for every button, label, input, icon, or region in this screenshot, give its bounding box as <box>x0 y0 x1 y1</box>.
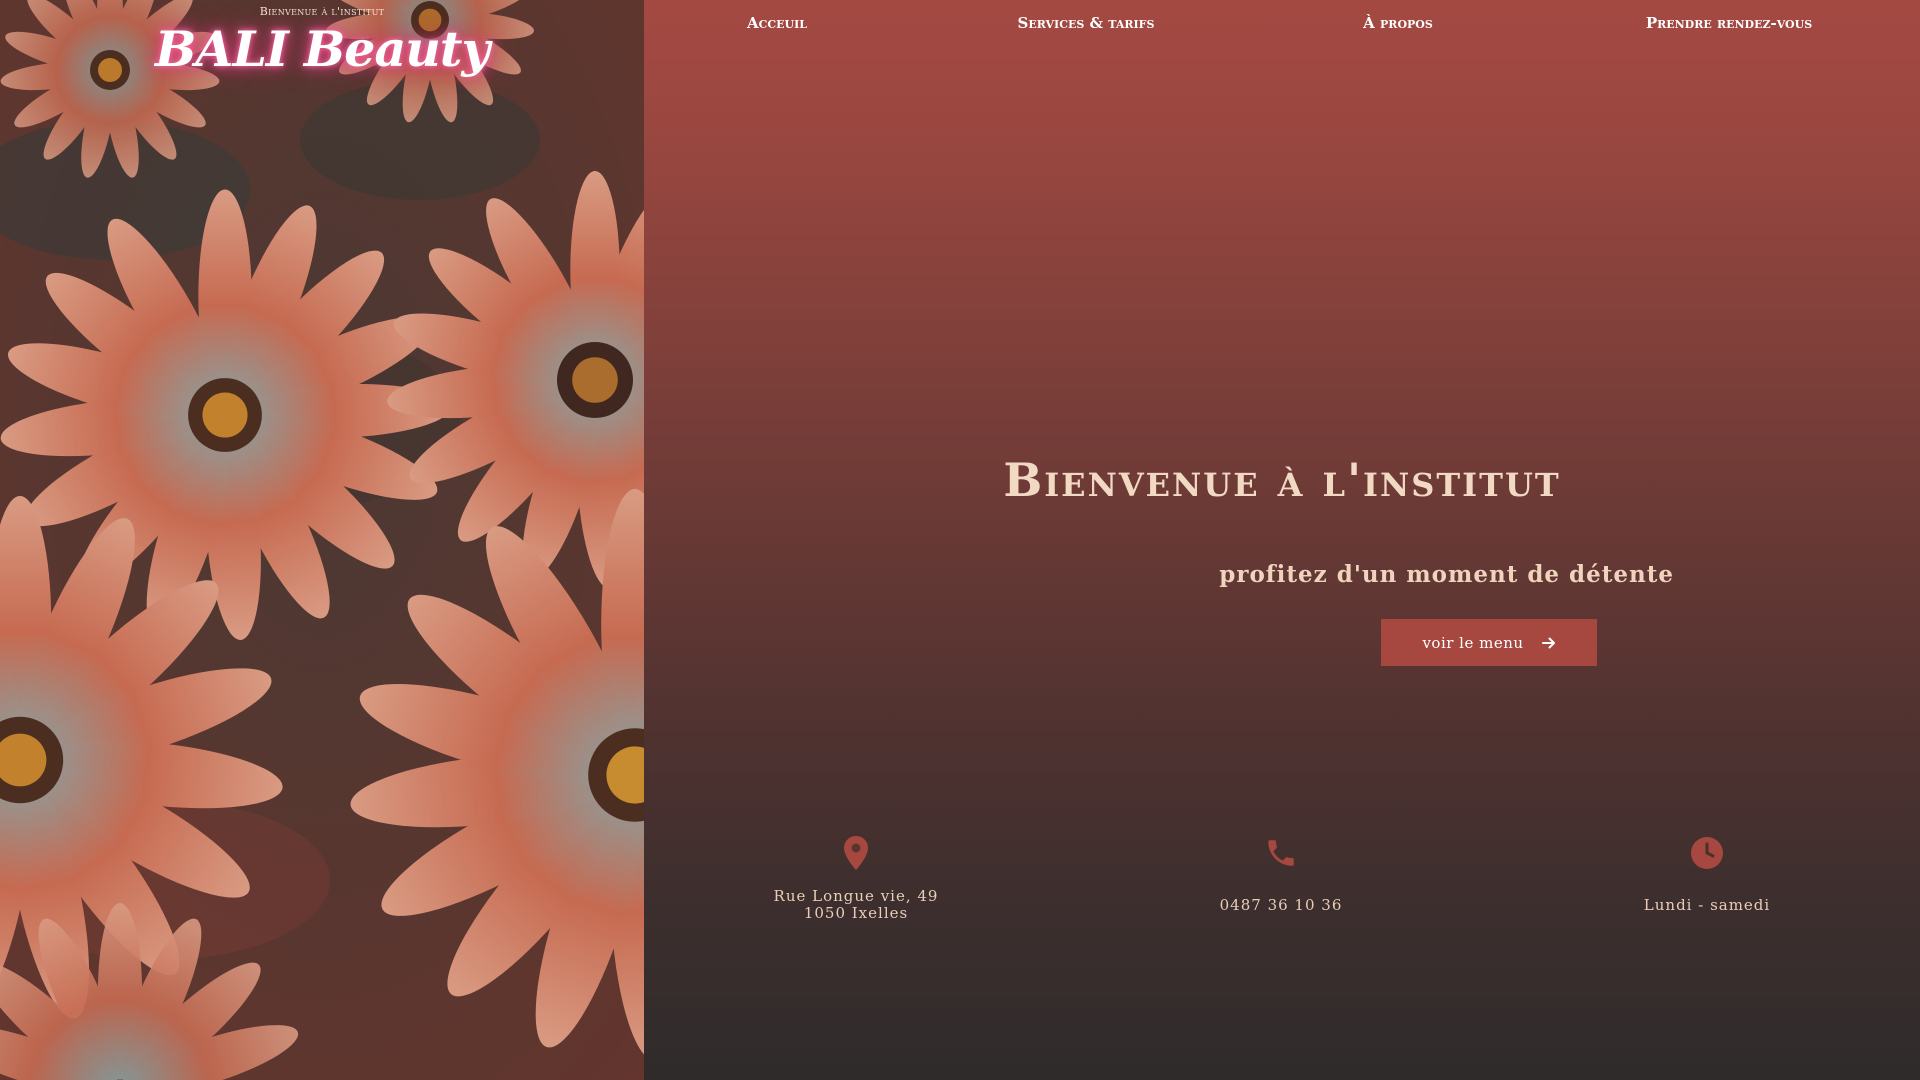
phone-number[interactable]: 0487 36 10 36 <box>1131 896 1431 914</box>
phone-icon <box>1268 840 1294 866</box>
address-line-2: 1050 Ixelles <box>803 904 909 922</box>
flower-artwork <box>0 0 644 1080</box>
map-pin-icon <box>844 836 868 870</box>
nav-item-acceuil[interactable]: Acceuil <box>747 14 807 32</box>
hero-panel: Acceuil Services & tarifs À propos Prend… <box>644 0 1920 1080</box>
contact-address: Rue Longue vie, 49 1050 Ixelles <box>706 835 1006 927</box>
brand[interactable]: Bienvenue à l'institut BALI Beauty <box>0 0 644 78</box>
address-line-1: Rue Longue vie, 49 <box>773 887 939 905</box>
arrow-right-icon <box>1541 637 1555 648</box>
opening-days: Lundi - samedi <box>1643 895 1771 914</box>
hero-floral-image: Bienvenue à l'institut BALI Beauty <box>0 0 644 1080</box>
hero-title: Bienvenue à l'institut <box>1003 453 1561 507</box>
main-nav: Acceuil Services & tarifs À propos Prend… <box>644 14 1920 36</box>
hero-subtitle: profitez d'un moment de détente <box>1219 561 1674 588</box>
nav-item-prendre-rendez-vous[interactable]: Prendre rendez-vous <box>1646 14 1812 32</box>
contact-phone: 0487 36 10 36 <box>1131 835 1431 927</box>
brand-kicker: Bienvenue à l'institut <box>259 5 385 18</box>
nav-item-a-propos[interactable]: À propos <box>1363 14 1433 32</box>
contact-hours: Lundi - samedi <box>1557 835 1857 927</box>
nav-item-services-tarifs[interactable]: Services & tarifs <box>1018 14 1155 32</box>
voir-le-menu-button[interactable]: voir le menu <box>1381 619 1597 666</box>
brand-logo[interactable]: BALI Beauty <box>0 20 644 78</box>
voir-le-menu-label: voir le menu <box>1422 633 1524 652</box>
clock-icon <box>1691 837 1723 869</box>
